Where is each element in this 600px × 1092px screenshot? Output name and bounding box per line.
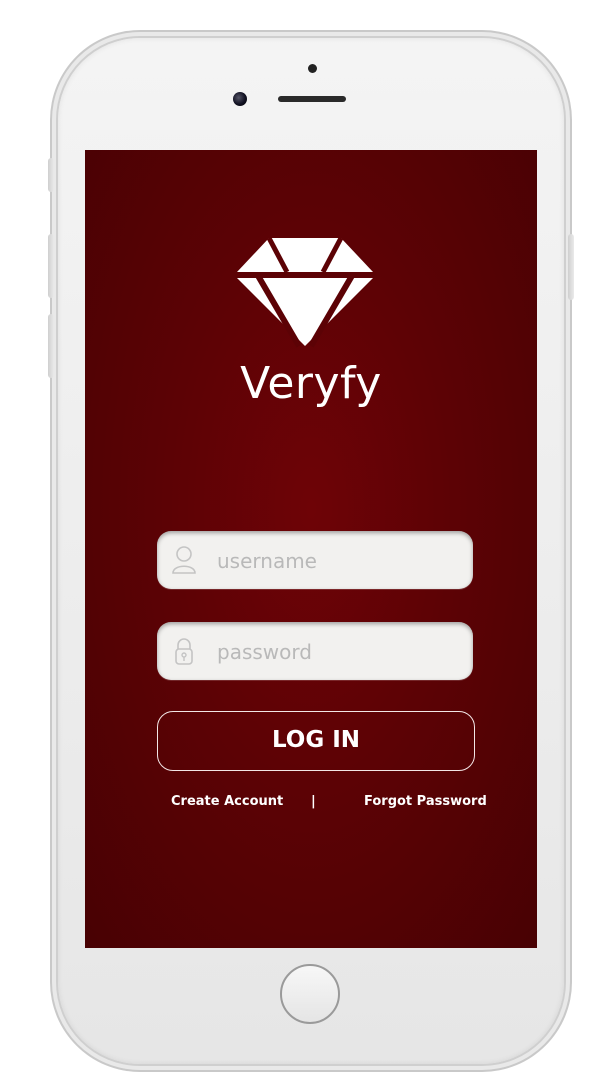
app-title: Veryfy: [240, 358, 382, 409]
password-input[interactable]: [215, 622, 465, 682]
phone-frame: Veryfy LOG IN Create Account | Forgot Pa…: [48, 38, 574, 1064]
proximity-sensor: [308, 64, 317, 73]
footer-links: Create Account | Forgot Password: [85, 794, 537, 814]
volume-up-button: [48, 234, 54, 298]
mute-switch: [48, 158, 54, 192]
username-input[interactable]: [215, 531, 465, 591]
volume-down-button: [48, 314, 54, 378]
power-button: [568, 234, 574, 300]
diamond-icon: [233, 236, 377, 348]
earpiece-speaker: [278, 96, 346, 102]
user-icon: [172, 546, 196, 574]
link-separator: |: [311, 794, 316, 809]
forgot-password-link[interactable]: Forgot Password: [364, 794, 487, 809]
username-field[interactable]: [157, 531, 473, 591]
front-camera: [233, 92, 247, 106]
create-account-link[interactable]: Create Account: [171, 794, 283, 809]
lock-icon: [175, 638, 193, 665]
password-field[interactable]: [157, 622, 473, 682]
app-screen: Veryfy LOG IN Create Account | Forgot Pa…: [85, 150, 537, 948]
home-button[interactable]: [280, 964, 340, 1024]
login-button[interactable]: LOG IN: [157, 711, 475, 771]
